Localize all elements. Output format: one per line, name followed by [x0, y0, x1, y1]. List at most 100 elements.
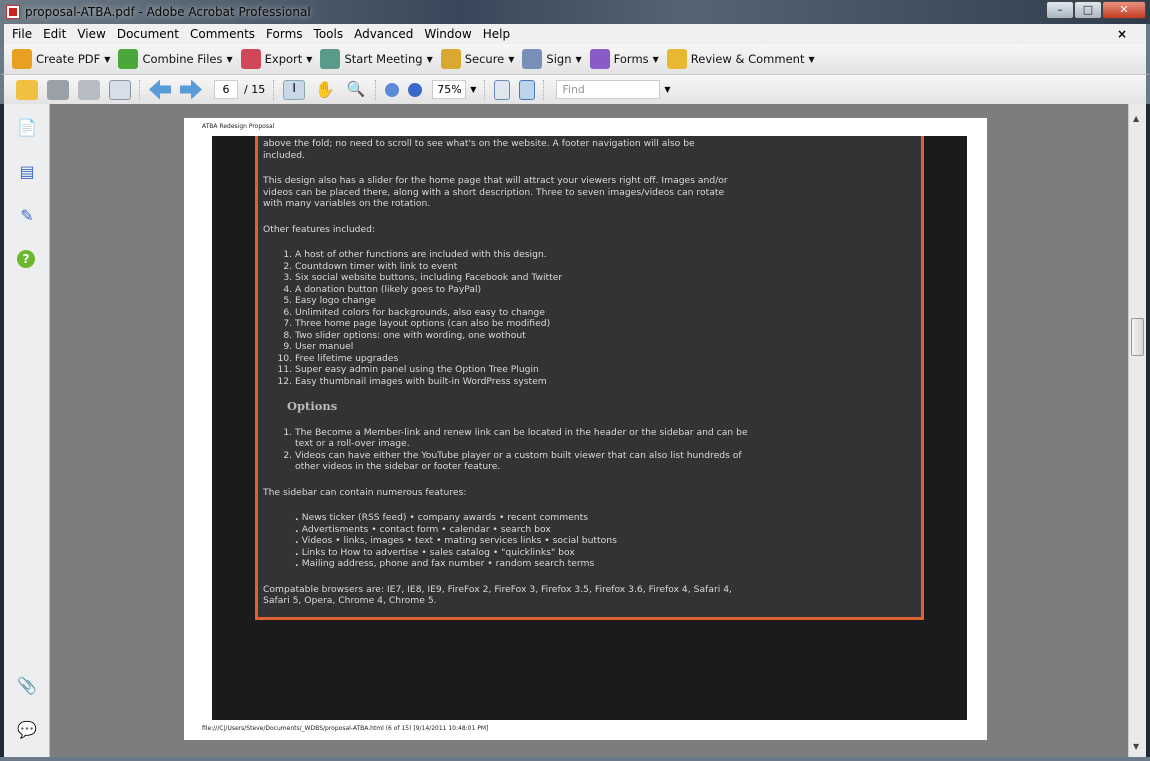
pages-icon[interactable]: 📄 — [17, 118, 37, 138]
options-list: The Become a Member-link and renew link … — [295, 427, 750, 473]
chevron-down-icon: ▼ — [575, 54, 582, 64]
list-item: Advertisments • contact form • calendar … — [295, 524, 921, 536]
review-comment-button[interactable]: Review & Comment ▼ — [666, 49, 815, 69]
list-item: Countdown timer with link to event — [295, 261, 921, 273]
comment-icon — [666, 49, 687, 69]
options-heading: Options — [287, 399, 338, 413]
maximize-button[interactable]: □ — [1074, 1, 1102, 19]
menu-advanced[interactable]: Advanced — [354, 27, 413, 41]
button-label: Forms — [613, 52, 649, 66]
chevron-down-icon: ▼ — [508, 54, 515, 64]
save-icon[interactable] — [78, 79, 100, 100]
combine-files-button[interactable]: Combine Files ▼ — [118, 49, 233, 69]
list-item: News ticker (RSS feed) • company awards … — [295, 512, 921, 524]
chevron-down-icon: ▼ — [226, 54, 233, 64]
close-document-button[interactable]: × — [1117, 27, 1127, 41]
pdf-page: ATBA Redesign Proposal above the fold; n… — [184, 118, 987, 740]
paragraph: This design also has a slider for the ho… — [263, 175, 728, 209]
zoom-out-icon[interactable] — [385, 82, 400, 97]
start-meeting-button[interactable]: Start Meeting ▼ — [320, 49, 433, 69]
menu-window[interactable]: Window — [424, 27, 471, 41]
fit-page-icon[interactable] — [519, 79, 536, 100]
button-label: Start Meeting — [344, 52, 423, 66]
signatures-icon[interactable]: ✎ — [17, 206, 37, 226]
scroll-up-icon[interactable]: ▲ — [1133, 114, 1139, 123]
chevron-down-icon: ▼ — [104, 54, 111, 64]
list-item: Super easy admin panel using the Option … — [295, 364, 921, 376]
menu-file[interactable]: File — [12, 27, 32, 41]
vertical-scrollbar[interactable]: ▲ ▼ — [1128, 104, 1146, 757]
chevron-down-icon[interactable]: ▼ — [470, 85, 476, 94]
minimize-button[interactable]: – — [1046, 1, 1074, 19]
chevron-down-icon: ▼ — [652, 54, 659, 64]
chevron-down-icon[interactable]: ▼ — [664, 85, 670, 94]
forms-button[interactable]: Forms ▼ — [589, 49, 659, 69]
attachments-icon[interactable]: 📎 — [17, 676, 37, 696]
list-item: User manuel — [295, 341, 921, 353]
find-input[interactable]: Find — [556, 80, 661, 99]
chevron-down-icon: ▼ — [306, 54, 313, 64]
meeting-icon — [320, 49, 341, 69]
menu-forms[interactable]: Forms — [266, 27, 302, 41]
menu-bar: File Edit View Document Comments Forms Tools Ad… — [0, 24, 1150, 44]
next-page-icon[interactable] — [180, 79, 202, 100]
previous-page-icon[interactable] — [149, 79, 171, 100]
zoom-level-select[interactable]: 75% — [432, 80, 467, 99]
sign-button[interactable]: Sign ▼ — [522, 49, 582, 69]
title-bar: proposal-ATBA.pdf - Adobe Acrobat Profes… — [0, 0, 1150, 24]
zoom-tool-icon[interactable]: 🔍 — [345, 80, 367, 100]
page-footer: file:///C|/Users/Steve/Documents/_WDBS/p… — [202, 725, 489, 732]
open-icon[interactable] — [16, 79, 38, 100]
lock-icon — [440, 49, 461, 69]
navigation-panel: 📄 ▤ ✎ ? 📎 💬 — [4, 104, 50, 757]
menu-view[interactable]: View — [77, 27, 105, 41]
menu-help[interactable]: Help — [483, 27, 510, 41]
list-item: Free lifetime upgrades — [295, 353, 921, 365]
features-list: A host of other functions are included w… — [295, 249, 921, 387]
list-item: Easy thumbnail images with built-in Word… — [295, 376, 921, 388]
export-icon — [240, 49, 261, 69]
list-item: Links to How to advertise • sales catalo… — [295, 547, 921, 559]
paragraph: above the fold; no need to scroll to see… — [263, 138, 695, 161]
scroll-down-icon[interactable]: ▼ — [1133, 742, 1139, 751]
page-header: ATBA Redesign Proposal — [202, 123, 275, 130]
combine-files-icon — [118, 49, 139, 69]
menu-document[interactable]: Document — [117, 27, 179, 41]
page-number-input[interactable]: 6 — [214, 80, 238, 99]
bookmarks-icon[interactable]: ▤ — [17, 162, 37, 182]
window-title: proposal-ATBA.pdf - Adobe Acrobat Profes… — [25, 5, 311, 19]
paragraph: Other features included: — [263, 223, 376, 235]
tasks-toolbar: Create PDF ▼ Combine Files ▼ Export ▼ Start Me… — [0, 44, 1150, 75]
menu-comments[interactable]: Comments — [190, 27, 255, 41]
select-tool-icon[interactable]: I — [283, 79, 306, 100]
chevron-down-icon: ▼ — [808, 54, 815, 64]
button-label: Export — [264, 52, 303, 66]
export-button[interactable]: Export ▼ — [240, 49, 313, 69]
paragraph: The sidebar can contain numerous feature… — [263, 486, 467, 498]
menu-tools[interactable]: Tools — [314, 27, 344, 41]
print-icon[interactable] — [47, 79, 69, 100]
button-label: Secure — [464, 52, 505, 66]
button-label: Combine Files — [142, 52, 223, 66]
list-item: Mailing address, phone and fax number • … — [295, 558, 921, 570]
comments-icon[interactable]: 💬 — [17, 720, 37, 740]
fit-width-icon[interactable] — [494, 79, 511, 100]
chevron-down-icon: ▼ — [426, 54, 433, 64]
content-box: above the fold; no need to scroll to see… — [255, 136, 924, 620]
email-icon[interactable] — [109, 79, 131, 100]
close-button[interactable]: ✕ — [1102, 1, 1146, 19]
forms-icon — [589, 49, 610, 69]
list-item: Unlimited colors for backgrounds, also e… — [295, 307, 921, 319]
list-item: Easy logo change — [295, 295, 921, 307]
help-icon[interactable]: ? — [17, 250, 35, 268]
list-item: A host of other functions are included w… — [295, 249, 921, 261]
zoom-in-icon[interactable] — [408, 82, 423, 97]
hand-tool-icon[interactable]: ✋ — [314, 80, 336, 100]
button-label: Review & Comment — [690, 52, 805, 66]
menu-edit[interactable]: Edit — [43, 27, 66, 41]
pen-icon — [522, 49, 543, 69]
scrollbar-thumb[interactable] — [1131, 318, 1144, 356]
secure-button[interactable]: Secure ▼ — [440, 49, 515, 69]
create-pdf-button[interactable]: Create PDF ▼ — [12, 49, 110, 69]
paragraph: Compatable browsers are: IE7, IE8, IE9, … — [263, 583, 732, 607]
